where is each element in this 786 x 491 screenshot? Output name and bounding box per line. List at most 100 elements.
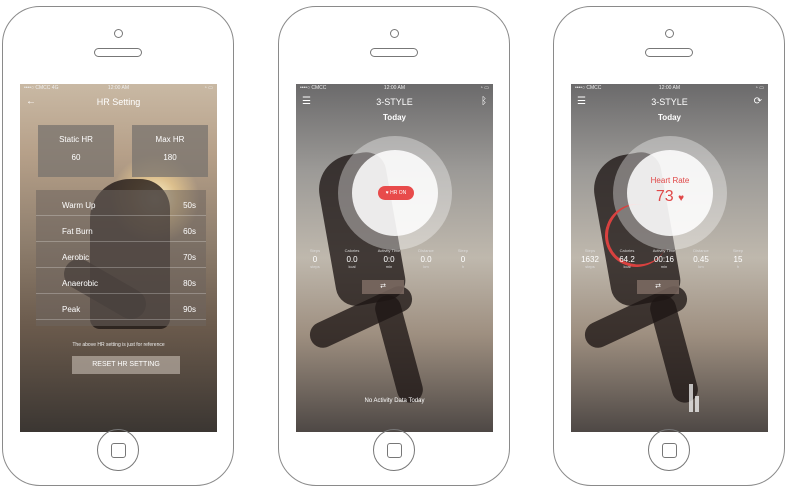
home-button[interactable] <box>648 429 690 471</box>
home-square-icon <box>387 443 402 458</box>
status-bar: ••••○ CMCC 4G 12:00 AM ◔ ▭ <box>20 84 217 93</box>
app-title: 3-STYLE <box>651 97 688 107</box>
status-bar: ••••○ CMCC 12:00 AM ◔ ▭ <box>571 84 768 93</box>
battery: ◔ ▭ <box>754 85 764 91</box>
zone-value: 60s <box>183 227 196 236</box>
zone-name: Anaerobic <box>62 279 99 288</box>
stat-unit: h <box>461 264 465 269</box>
stat-calories: Calories 0.0 kcal <box>337 248 367 269</box>
sync-icon[interactable]: ⟳ <box>754 96 762 107</box>
max-hr-value: 180 <box>163 153 177 162</box>
battery: ◔ ▭ <box>203 85 213 91</box>
zone-value: 70s <box>183 253 196 262</box>
zone-name: Fat Burn <box>62 227 93 236</box>
today-label: Today <box>383 113 406 122</box>
heart-rate-number: 73 <box>655 188 674 205</box>
max-hr-label: Max HR <box>155 135 185 144</box>
activity-bar <box>689 384 693 412</box>
stat-unit: h <box>736 264 740 269</box>
stat-label: Calories <box>344 248 360 253</box>
stat-steps: Steps 0 steps <box>300 248 330 269</box>
clock: 12:00 AM <box>383 85 406 91</box>
stat-value: 0 <box>460 255 466 264</box>
zone-name: Warm Up <box>62 201 96 210</box>
camera-dot <box>665 29 674 38</box>
stat-activity-time: Activity Time 0:0 min <box>374 248 404 269</box>
stat-value: 0.45 <box>693 255 709 264</box>
header: ☰ 3-STYLE ᛒ <box>296 95 493 111</box>
stat-label: Distance <box>418 248 434 253</box>
earpiece <box>645 48 693 57</box>
zone-row-aerobic[interactable]: Aerobic 70s <box>36 246 206 268</box>
stat-calories: Calories 64.2 kcal <box>612 248 642 269</box>
zone-row-anaerobic[interactable]: Anaerobic 80s <box>36 272 206 294</box>
app-title: 3-STYLE <box>376 97 413 107</box>
stat-sleep: Sleep 15 h <box>723 248 753 269</box>
stat-distance: Distance 0.0 km <box>411 248 441 269</box>
zone-value: 90s <box>183 305 196 314</box>
stat-value: 0.0 <box>346 255 358 264</box>
home-button[interactable] <box>373 429 415 471</box>
stat-sleep: Sleep 0 h <box>448 248 478 269</box>
phone-today-empty: ••••○ CMCC 12:00 AM ◔ ▭ ☰ 3-STYLE ᛒ Toda… <box>278 6 510 486</box>
runner-leg <box>372 292 426 406</box>
no-activity-message: No Activity Data Today <box>364 398 425 404</box>
header: ← HR Setting <box>20 95 217 111</box>
max-hr-box[interactable]: Max HR 180 <box>132 125 208 177</box>
stat-value: 64.2 <box>619 255 635 264</box>
reference-note: The above HR setting is just for referen… <box>72 342 165 348</box>
stat-value: 0.0 <box>420 255 432 264</box>
zone-row-warm-up[interactable]: Warm Up 50s <box>36 194 206 216</box>
switch-view-button[interactable]: ⇄ <box>362 280 404 294</box>
camera-dot <box>114 29 123 38</box>
stat-label: Sleep <box>457 248 469 253</box>
activity-bar <box>695 396 699 412</box>
stat-distance: Distance 0.45 km <box>686 248 716 269</box>
reset-hr-button[interactable]: RESET HR SETTING <box>72 356 180 374</box>
bluetooth-icon[interactable]: ᛒ <box>481 96 487 107</box>
stat-unit: steps <box>310 264 320 269</box>
today-label: Today <box>658 113 681 122</box>
home-button[interactable] <box>97 429 139 471</box>
page-title: HR Setting <box>96 97 141 107</box>
zone-value: 80s <box>183 279 196 288</box>
header: ☰ 3-STYLE ⟳ <box>571 95 768 111</box>
status-bar: ••••○ CMCC 12:00 AM ◔ ▭ <box>296 84 493 93</box>
stat-unit: steps <box>585 264 595 269</box>
stat-unit: km <box>423 264 429 269</box>
zone-row-peak[interactable]: Peak 90s <box>36 298 206 320</box>
resting-hr-box[interactable]: Static HR 60 <box>38 125 114 177</box>
earpiece <box>370 48 418 57</box>
stat-label: Distance <box>693 248 709 253</box>
stat-value: 00:16 <box>653 255 675 264</box>
stat-value: 15 <box>733 255 743 264</box>
home-square-icon <box>662 443 677 458</box>
heart-icon: ♥ <box>678 193 685 204</box>
heart-rate-value: 73 ♥ <box>627 188 713 206</box>
resting-hr-value: 60 <box>71 153 81 162</box>
stat-unit: min <box>385 264 393 269</box>
switch-view-button[interactable]: ⇄ <box>637 280 679 294</box>
stat-label: Steps <box>584 248 596 253</box>
stat-unit: min <box>660 264 668 269</box>
zone-row-fat-burn[interactable]: Fat Burn 60s <box>36 220 206 242</box>
hr-toggle-label: HR ON <box>390 190 407 196</box>
phone-hr-setting: ••••○ CMCC 4G 12:00 AM ◔ ▭ ← HR Setting … <box>2 6 234 486</box>
home-square-icon <box>111 443 126 458</box>
stat-value: 0:0 <box>383 255 395 264</box>
stats-row: Steps 1632 steps Calories 64.2 kcal Acti… <box>571 248 768 274</box>
zone-name: Peak <box>62 305 81 314</box>
today-screen-empty: ••••○ CMCC 12:00 AM ◔ ▭ ☰ 3-STYLE ᛒ Toda… <box>296 84 493 432</box>
heart-rate-label: Heart Rate <box>650 176 690 185</box>
stat-value: 0 <box>312 255 318 264</box>
stat-steps: Steps 1632 steps <box>575 248 605 269</box>
stat-unit: kcal <box>348 264 356 269</box>
hr-toggle[interactable]: ♥ HR ON <box>378 186 414 200</box>
battery: ◔ ▭ <box>479 85 489 91</box>
stat-unit: kcal <box>623 264 631 269</box>
stat-label: Activity Time <box>377 248 401 253</box>
clock: 12:00 AM <box>658 85 681 91</box>
stats-row: Steps 0 steps Calories 0.0 kcal Activity… <box>296 248 493 274</box>
stat-label: Steps <box>309 248 321 253</box>
camera-dot <box>390 29 399 38</box>
